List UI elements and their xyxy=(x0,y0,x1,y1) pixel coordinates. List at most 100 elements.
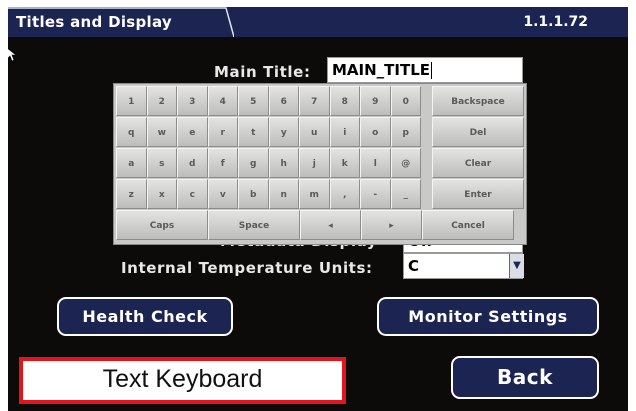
key-char[interactable]: b xyxy=(238,179,269,209)
key-char[interactable]: 1 xyxy=(116,86,147,116)
key-del[interactable]: Del xyxy=(432,117,524,147)
main-title-value: MAIN_TITLE xyxy=(332,61,431,79)
key-char[interactable]: , xyxy=(329,179,360,209)
key-char[interactable]: 7 xyxy=(299,86,330,116)
key-label: 1 xyxy=(128,97,135,107)
key-label: Caps xyxy=(149,221,175,231)
key-char[interactable]: t xyxy=(238,117,269,147)
temperature-units-select[interactable]: C xyxy=(403,253,523,279)
monitor-settings-button[interactable]: Monitor Settings xyxy=(377,297,599,336)
key-char[interactable]: f xyxy=(207,148,238,178)
dropdown-arrow-icon[interactable]: ▼ xyxy=(509,254,524,278)
key-char[interactable]: y xyxy=(268,117,299,147)
key-label: x xyxy=(158,190,165,200)
key-char[interactable]: x xyxy=(146,179,177,209)
key-label: Cancel xyxy=(451,221,485,231)
key-label: ▸ xyxy=(389,221,394,231)
key-char[interactable]: r xyxy=(207,117,238,147)
key-char[interactable]: c xyxy=(177,179,208,209)
key-backspace[interactable]: Backspace xyxy=(432,86,524,116)
key-char[interactable]: p xyxy=(390,117,421,147)
caption-text: Text Keyboard xyxy=(102,365,263,393)
key-label: Clear xyxy=(464,159,492,169)
key-label: v xyxy=(219,190,226,200)
key-label: t xyxy=(251,128,256,138)
key-label: c xyxy=(189,190,195,200)
key-label: y xyxy=(280,128,287,138)
key-label: r xyxy=(220,128,225,138)
key-label: e xyxy=(189,128,196,138)
main-title-label: Main Title: xyxy=(214,63,311,81)
key-label: 8 xyxy=(341,97,348,107)
key-label: ◂ xyxy=(328,221,333,231)
key-char[interactable]: u xyxy=(299,117,330,147)
key-char[interactable]: - xyxy=(360,179,391,209)
key-char[interactable]: 5 xyxy=(238,86,269,116)
key-char[interactable]: w xyxy=(146,117,177,147)
key-label: Backspace xyxy=(451,97,505,107)
key-char[interactable]: h xyxy=(268,148,299,178)
key-label: @ xyxy=(401,159,411,169)
key-char[interactable]: 0 xyxy=(390,86,421,116)
key-char[interactable]: 8 xyxy=(329,86,360,116)
key-char[interactable]: j xyxy=(299,148,330,178)
key-label: l xyxy=(373,159,377,169)
health-check-button[interactable]: Health Check xyxy=(57,297,233,336)
key-char[interactable]: e xyxy=(177,117,208,147)
key-char[interactable]: _ xyxy=(390,179,421,209)
main-title-input[interactable]: MAIN_TITLE xyxy=(327,57,523,83)
key-label: i xyxy=(343,128,347,138)
key-char[interactable]: q xyxy=(116,117,147,147)
version-label: 1.1.1.72 xyxy=(523,14,588,30)
key-label: o xyxy=(372,128,379,138)
key-left-arrow[interactable]: ◂ xyxy=(300,210,361,240)
key-space[interactable]: Space xyxy=(208,210,300,240)
key-label: 7 xyxy=(311,97,318,107)
key-enter[interactable]: Enter xyxy=(432,179,524,209)
key-label: w xyxy=(157,128,166,138)
key-label: q xyxy=(128,128,135,138)
key-cancel[interactable]: Cancel xyxy=(422,210,514,240)
key-char[interactable]: 3 xyxy=(177,86,208,116)
key-label: 6 xyxy=(280,97,287,107)
key-char[interactable]: d xyxy=(177,148,208,178)
temperature-units-value: C xyxy=(408,257,420,275)
caption-box: Text Keyboard xyxy=(19,357,346,404)
key-char[interactable]: g xyxy=(238,148,269,178)
key-label: h xyxy=(280,159,287,169)
key-char[interactable]: a xyxy=(116,148,147,178)
key-right-arrow[interactable]: ▸ xyxy=(361,210,422,240)
key-label: k xyxy=(341,159,348,169)
key-label: d xyxy=(189,159,196,169)
key-char[interactable]: i xyxy=(329,117,360,147)
key-label: 5 xyxy=(250,97,257,107)
mouse-pointer-icon xyxy=(8,48,17,62)
key-char[interactable]: z xyxy=(116,179,147,209)
key-clear[interactable]: Clear xyxy=(432,148,524,178)
back-button[interactable]: Back xyxy=(451,356,599,399)
key-char[interactable]: l xyxy=(360,148,391,178)
key-char[interactable]: @ xyxy=(390,148,421,178)
key-char[interactable]: m xyxy=(299,179,330,209)
key-label: n xyxy=(280,190,287,200)
screen-title: Titles and Display xyxy=(16,13,173,31)
key-label: 3 xyxy=(189,97,196,107)
key-char[interactable]: 9 xyxy=(360,86,391,116)
key-char[interactable]: k xyxy=(329,148,360,178)
key-label: p xyxy=(402,128,409,138)
key-label: 0 xyxy=(402,97,409,107)
key-char[interactable]: v xyxy=(207,179,238,209)
key-char[interactable]: 6 xyxy=(268,86,299,116)
key-char[interactable]: n xyxy=(268,179,299,209)
key-char[interactable]: 2 xyxy=(146,86,177,116)
key-char[interactable]: s xyxy=(146,148,177,178)
key-label: j xyxy=(312,159,316,169)
key-label: g xyxy=(250,159,257,169)
key-char[interactable]: o xyxy=(360,117,391,147)
key-label: u xyxy=(311,128,318,138)
on-screen-keyboard: 1 2 3 4 5 6 7 8 9 0 Backspace q w e r t y u i o p Del a s d f g h j k… xyxy=(113,83,527,245)
key-label: a xyxy=(128,159,135,169)
key-char[interactable]: 4 xyxy=(207,86,238,116)
key-label: f xyxy=(220,159,225,169)
key-caps[interactable]: Caps xyxy=(116,210,208,240)
